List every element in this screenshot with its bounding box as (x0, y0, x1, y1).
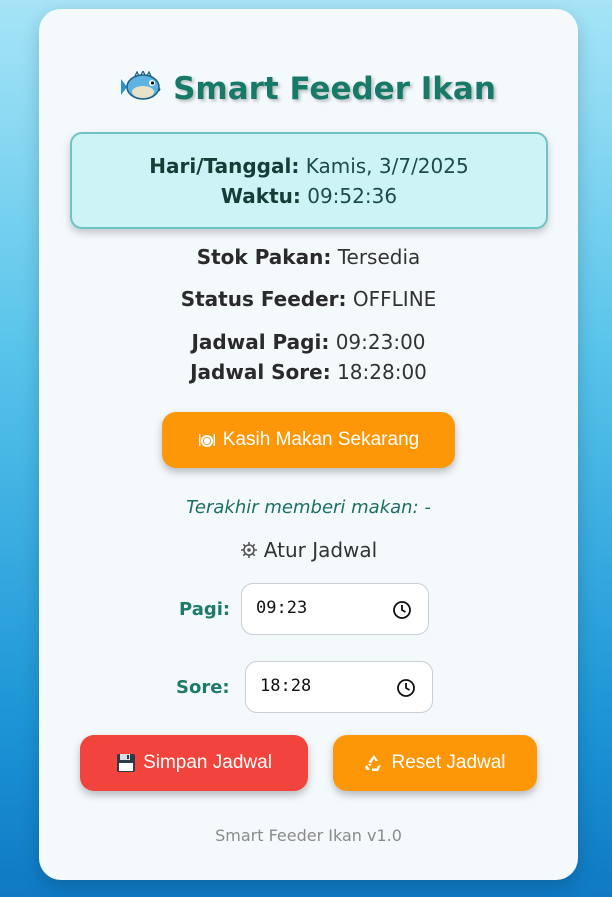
morning-schedule-info: Jadwal Pagi: 09:23:00 (39, 330, 578, 354)
time-row: Waktu: 09:52:36 (72, 184, 546, 208)
footer-version: Smart Feeder Ikan v1.0 (215, 826, 402, 845)
feeder-value: OFFLINE (352, 287, 437, 311)
morning-time-input[interactable]: 09:23 (241, 583, 429, 635)
stock-label: Stok Pakan: (196, 245, 332, 269)
datetime-panel: Hari/Tanggal: Kamis, 3/7/2025 Waktu: 09:… (70, 132, 548, 229)
date-label: Hari/Tanggal: (149, 154, 300, 178)
save-schedule-label: Simpan Jadwal (143, 752, 272, 773)
plate-icon (198, 434, 215, 447)
morning-input-label: Pagi: (179, 599, 231, 620)
stock-status: Stok Pakan: Tersedia (39, 245, 578, 269)
last-fed-text: Terakhir memberi makan: - (186, 497, 431, 518)
feed-now-button[interactable]: Kasih Makan Sekarang (162, 412, 455, 468)
evening-time-input[interactable]: 18:28 (245, 661, 433, 713)
time-label: Waktu: (220, 184, 301, 208)
stock-value: Tersedia (337, 245, 421, 269)
schedule-title: Atur Jadwal (263, 538, 378, 562)
date-row: Hari/Tanggal: Kamis, 3/7/2025 (72, 154, 546, 178)
morning-schedule-label: Jadwal Pagi: (191, 330, 330, 354)
morning-time-value[interactable]: 09:23 (256, 598, 307, 618)
floppy-disk-icon (117, 754, 136, 772)
clock-icon[interactable] (396, 678, 416, 698)
page-title: Smart Feeder Ikan (39, 71, 578, 107)
evening-schedule-value: 18:28:00 (337, 360, 427, 384)
save-schedule-button[interactable]: Simpan Jadwal (80, 735, 308, 791)
feeder-label: Status Feeder: (180, 287, 347, 311)
evening-schedule-info: Jadwal Sore: 18:28:00 (39, 360, 578, 384)
evening-time-value[interactable]: 18:28 (260, 676, 311, 696)
feed-now-label: Kasih Makan Sekarang (222, 429, 420, 450)
main-card: Smart Feeder Ikan Hari/Tanggal: Kamis, 3… (39, 9, 578, 880)
app-title: Smart Feeder Ikan (173, 71, 496, 107)
reset-schedule-button[interactable]: Reset Jadwal (333, 735, 537, 791)
clock-icon[interactable] (392, 600, 412, 620)
date-value: Kamis, 3/7/2025 (305, 154, 469, 178)
schedule-heading: Atur Jadwal (39, 538, 578, 562)
evening-input-label: Sore: (176, 677, 230, 698)
reset-schedule-label: Reset Jadwal (391, 752, 506, 773)
gear-icon (240, 542, 257, 558)
blowfish-icon (121, 71, 161, 100)
evening-schedule-label: Jadwal Sore: (190, 360, 331, 384)
feeder-status: Status Feeder: OFFLINE (39, 287, 578, 311)
recycle-icon (365, 755, 382, 771)
time-value: 09:52:36 (307, 184, 398, 208)
morning-schedule-value: 09:23:00 (335, 330, 426, 354)
